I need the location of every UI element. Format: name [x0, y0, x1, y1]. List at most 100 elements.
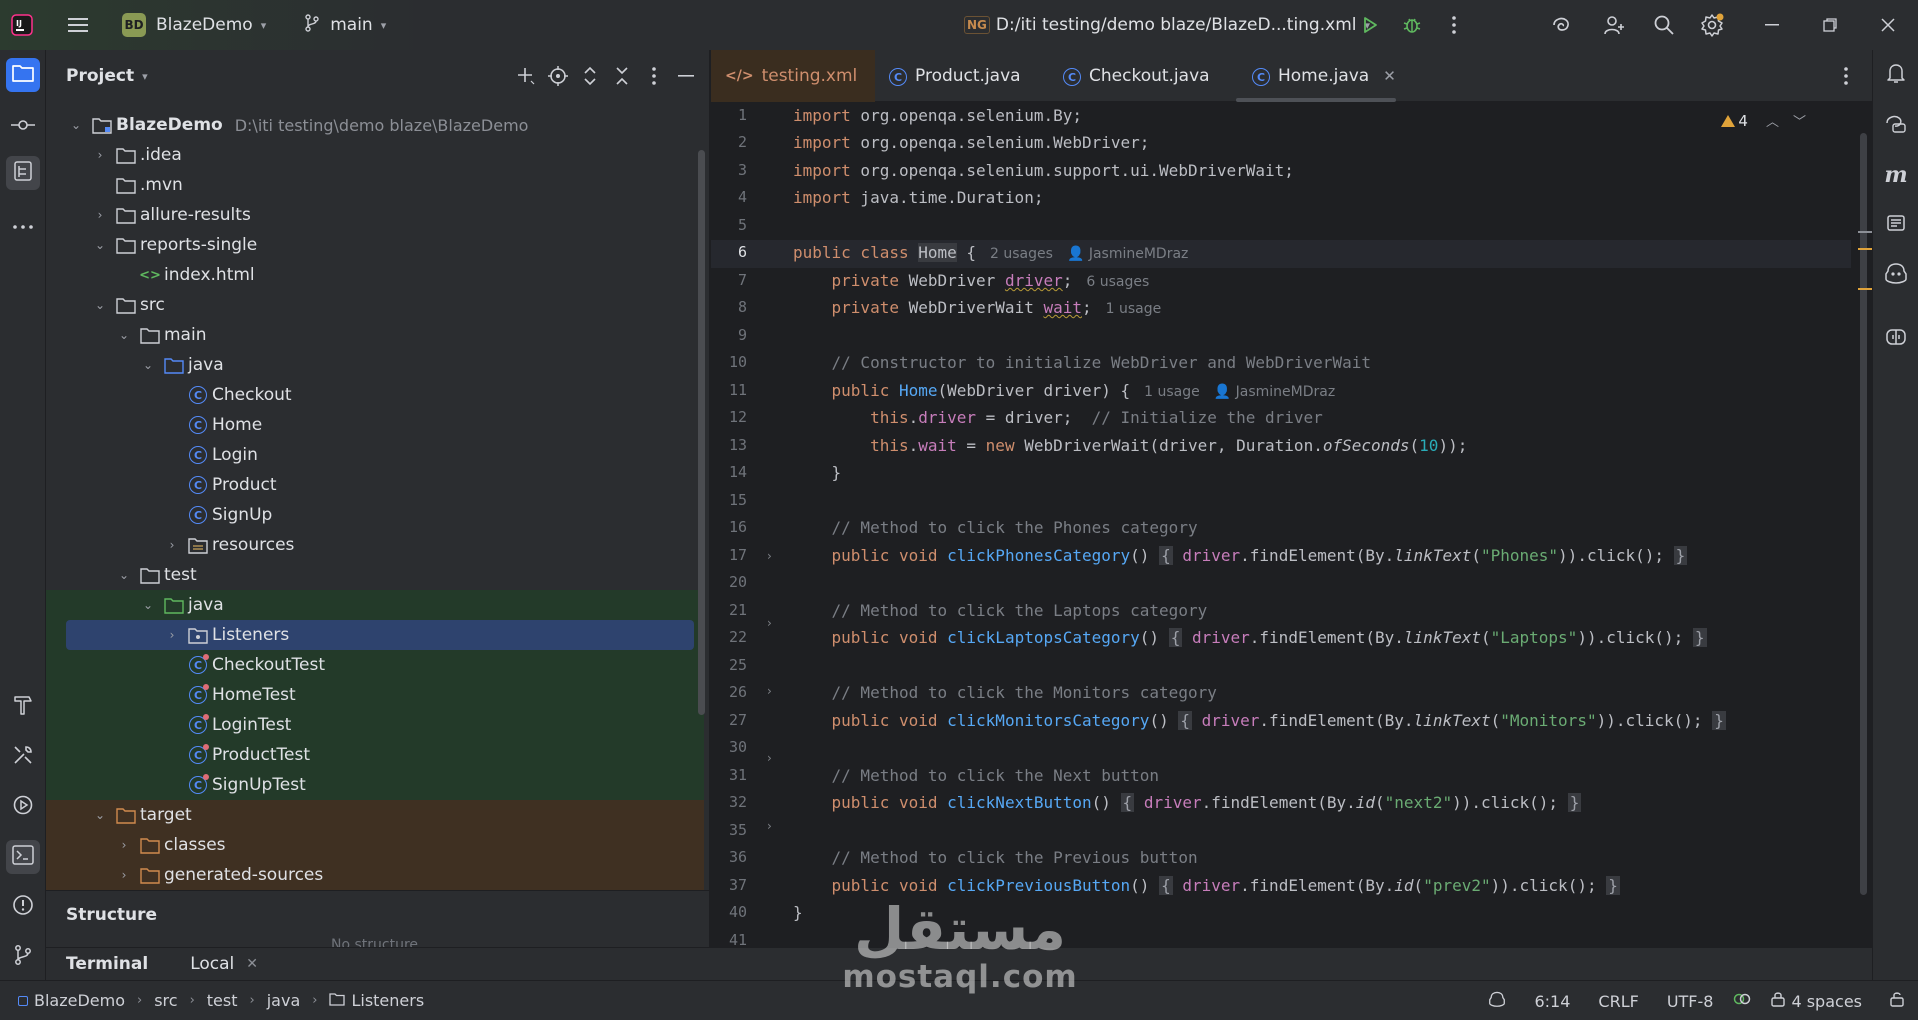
- more-vertical-icon[interactable]: [1828, 58, 1864, 94]
- chevron-up-icon[interactable]: ︿: [1766, 111, 1779, 130]
- copilot-status-icon[interactable]: [1488, 991, 1506, 1011]
- minimize-icon[interactable]: [1754, 7, 1790, 43]
- more-tools-button[interactable]: [6, 206, 40, 240]
- chevron-right-icon[interactable]: ›: [90, 208, 110, 222]
- terminal-tab-local[interactable]: Local: [190, 954, 234, 974]
- structure-tool-button[interactable]: [6, 156, 40, 190]
- tree-item[interactable]: › generated-sources: [46, 860, 704, 890]
- tree-item[interactable]: C LoginTest: [46, 710, 704, 740]
- tree-item[interactable]: C Product: [46, 470, 704, 500]
- project-panel-title[interactable]: Project: [66, 66, 134, 86]
- usages-hint[interactable]: 6 usages: [1086, 274, 1149, 290]
- tree-item[interactable]: C Checkout: [46, 380, 704, 410]
- debug-icon[interactable]: [1394, 7, 1430, 43]
- new-file-icon[interactable]: [510, 58, 542, 94]
- chevron-down-icon[interactable]: ⌄: [90, 238, 110, 252]
- close-icon[interactable]: ✕: [1383, 67, 1396, 85]
- warning-marker[interactable]: [1858, 248, 1872, 250]
- add-user-icon[interactable]: [1596, 7, 1632, 43]
- tree-item[interactable]: C CheckoutTest: [46, 650, 704, 680]
- copilot-button[interactable]: [1879, 258, 1913, 292]
- tree-item[interactable]: ⌄ main: [46, 320, 704, 350]
- tree-item[interactable]: ⌄ reports-single: [46, 230, 704, 260]
- tab-checkout-java[interactable]: C Checkout.java: [1063, 50, 1210, 102]
- usages-hint[interactable]: 1 usage: [1106, 301, 1162, 317]
- run-icon[interactable]: [1352, 7, 1388, 43]
- tree-item[interactable]: ⌄ java: [46, 590, 704, 620]
- terminal-tool-button[interactable]: [6, 840, 40, 874]
- usages-hint[interactable]: 2 usages: [990, 246, 1053, 262]
- chevron-down-icon[interactable]: ﹀: [1793, 111, 1806, 130]
- expand-all-icon[interactable]: [574, 58, 606, 94]
- chevron-right-icon[interactable]: ›: [162, 538, 182, 552]
- tab-home-java[interactable]: C Home.java ✕: [1252, 50, 1396, 102]
- tab-product-java[interactable]: C Product.java: [889, 50, 1021, 102]
- project-switcher[interactable]: BD BlazeDemo ▾: [114, 7, 274, 43]
- breadcrumb-item[interactable]: BlazeDemo: [34, 991, 125, 1010]
- terminal-title[interactable]: Terminal: [66, 954, 148, 974]
- caret-position[interactable]: 6:14: [1534, 992, 1570, 1011]
- tools-tool-button[interactable]: [6, 740, 40, 774]
- tree-item[interactable]: ⌄ test: [46, 560, 704, 590]
- chevron-down-icon[interactable]: ⌄: [90, 808, 110, 822]
- more-vertical-icon[interactable]: [1436, 7, 1472, 43]
- fold-arrow-icon[interactable]: ›: [767, 751, 772, 765]
- services-tool-button[interactable]: [6, 790, 40, 824]
- breadcrumb-item[interactable]: test: [207, 991, 238, 1010]
- tree-item[interactable]: C Home: [46, 410, 704, 440]
- chevron-down-icon[interactable]: ⌄: [138, 598, 158, 612]
- author-hint[interactable]: 👤 JasmineMDraz: [1067, 246, 1188, 262]
- database-button[interactable]: [1879, 208, 1913, 242]
- chevron-right-icon[interactable]: ›: [114, 838, 134, 852]
- line-separator[interactable]: CRLF: [1598, 992, 1638, 1011]
- ai-assistant-icon[interactable]: [1544, 7, 1580, 43]
- breadcrumb-item[interactable]: Listeners: [351, 991, 424, 1010]
- fold-arrow-icon[interactable]: ›: [767, 616, 772, 630]
- locate-file-icon[interactable]: [542, 58, 574, 94]
- close-icon[interactable]: [1870, 7, 1906, 43]
- commit-tool-button[interactable]: [6, 108, 40, 142]
- indent-widget[interactable]: 4 spaces: [1771, 991, 1862, 1011]
- more-vertical-icon[interactable]: [638, 58, 670, 94]
- tree-item[interactable]: › classes: [46, 830, 704, 860]
- tree-item[interactable]: .mvn: [46, 170, 704, 200]
- tree-item[interactable]: C Login: [46, 440, 704, 470]
- tree-item[interactable]: ⌄ BlazeDemo D:\iti testing\demo blaze\Bl…: [46, 110, 704, 140]
- settings-icon[interactable]: [1694, 7, 1730, 43]
- tree-item[interactable]: C SignUp: [46, 500, 704, 530]
- chevron-down-icon[interactable]: ⌄: [138, 358, 158, 372]
- build-tool-button[interactable]: [6, 690, 40, 724]
- fold-arrow-icon[interactable]: ›: [767, 819, 772, 833]
- git-tool-button[interactable]: [6, 940, 40, 974]
- tree-item[interactable]: C SignUpTest: [46, 770, 704, 800]
- project-tool-button[interactable]: [6, 58, 40, 92]
- code-editor[interactable]: 4 ︿ ﹀ 1 2 3 4 5 6 7 8 9 10 11 12 13 14 1…: [711, 103, 1872, 947]
- breadcrumb-item[interactable]: java: [267, 991, 301, 1010]
- inspection-widget[interactable]: 4 ︿ ﹀: [1721, 111, 1806, 130]
- tree-item-selected[interactable]: › Listeners: [66, 620, 694, 650]
- chevron-right-icon[interactable]: ›: [162, 628, 182, 642]
- fold-arrow-icon[interactable]: ›: [767, 684, 772, 698]
- hide-panel-icon[interactable]: [670, 58, 702, 94]
- tree-item[interactable]: ⌄ java: [46, 350, 704, 380]
- chevron-down-icon[interactable]: ⌄: [114, 568, 134, 582]
- fold-arrow-icon[interactable]: ›: [767, 549, 772, 563]
- tree-item[interactable]: C ProductTest: [46, 740, 704, 770]
- usages-hint[interactable]: 1 usage: [1144, 384, 1200, 400]
- notifications-button[interactable]: [1879, 58, 1913, 92]
- tab-testing-xml[interactable]: </> testing.xml: [711, 50, 875, 102]
- tree-item[interactable]: ⌄ target: [46, 800, 704, 830]
- project-scrollbar[interactable]: [698, 150, 705, 715]
- tree-item[interactable]: C HomeTest: [46, 680, 704, 710]
- tree-item[interactable]: › allure-results: [46, 200, 704, 230]
- branch-switcher[interactable]: main ▾: [296, 7, 394, 43]
- collapse-all-icon[interactable]: [606, 58, 638, 94]
- tree-item[interactable]: › resources: [46, 530, 704, 560]
- tree-item[interactable]: <> index.html: [46, 260, 704, 290]
- restore-icon[interactable]: [1812, 7, 1848, 43]
- app-logo-icon[interactable]: IJ: [4, 7, 40, 43]
- ai-chat-button[interactable]: [1879, 108, 1913, 142]
- maven-button[interactable]: m: [1879, 158, 1913, 192]
- author-hint[interactable]: 👤 JasmineMDraz: [1214, 384, 1335, 400]
- tree-item[interactable]: › .idea: [46, 140, 704, 170]
